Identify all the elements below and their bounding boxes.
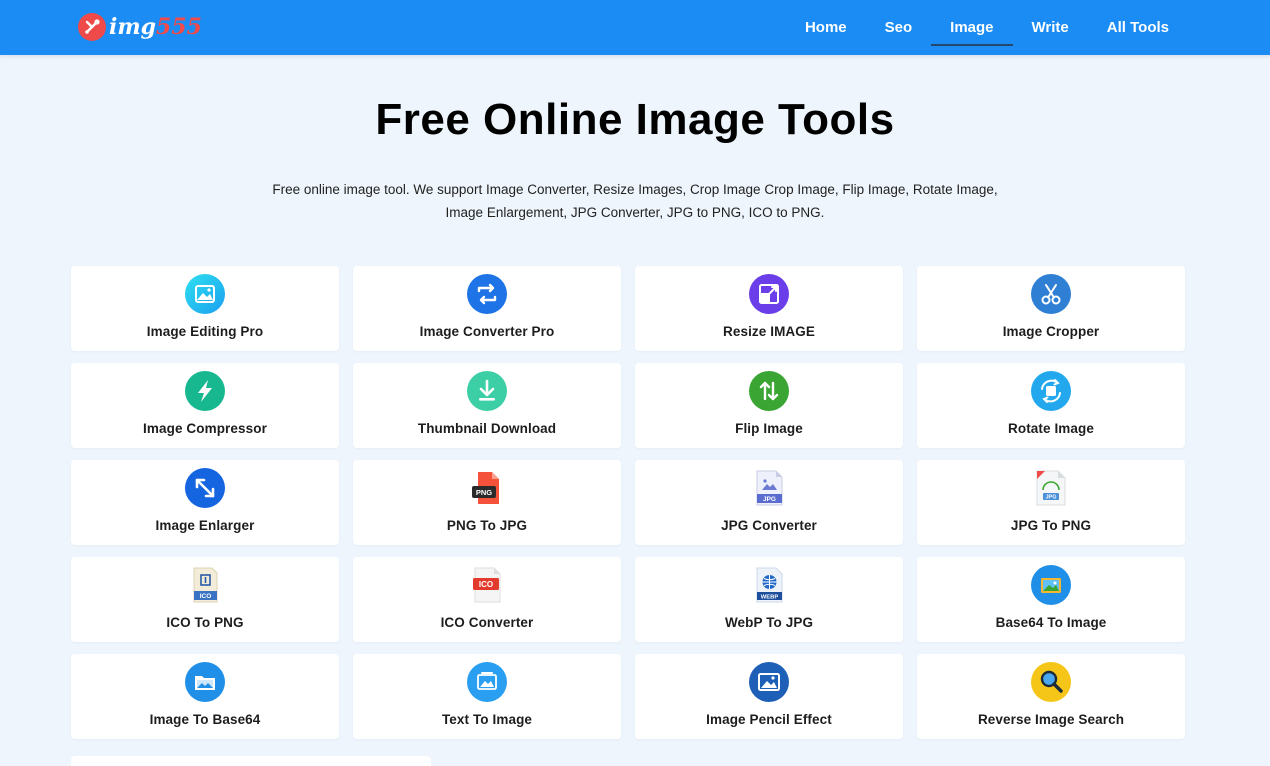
png-file-icon: PNG [467, 468, 507, 508]
lightning-icon [185, 371, 225, 411]
tool-label: Image Pencil Effect [706, 712, 832, 727]
tool-label: JPG To PNG [1010, 518, 1092, 533]
tool-label: Reverse Image Search [977, 712, 1125, 727]
site-logo[interactable]: img555 [78, 12, 202, 42]
tool-label: Image Compressor [143, 421, 267, 436]
tool-label: WebP To JPG [724, 615, 814, 630]
tool-label: JPG Converter [721, 518, 817, 533]
tool-card-ico-converter[interactable]: ICO ICO Converter [353, 557, 621, 642]
rotate-icon [1031, 371, 1071, 411]
flip-arrows-icon [749, 371, 789, 411]
main-nav: Home Seo Image Write All Tools [786, 0, 1188, 55]
tool-card-reverse-image-search[interactable]: Reverse Image Search [917, 654, 1185, 739]
nav-seo[interactable]: Seo [866, 0, 932, 55]
wrench-screwdriver-icon [78, 13, 106, 41]
tool-card-webp-to-jpg[interactable]: WEBP WebP To JPG [635, 557, 903, 642]
tool-card-png-to-jpg[interactable]: PNG PNG To JPG [353, 460, 621, 545]
badge-text: ICO [479, 580, 493, 589]
tool-label: Thumbnail Download [417, 421, 557, 436]
tool-card-image-editing-pro[interactable]: Image Editing Pro [71, 266, 339, 351]
tool-card-text-to-image[interactable]: Text To Image [353, 654, 621, 739]
logo-text-img: img [109, 14, 157, 40]
tool-label: Image Cropper [1002, 324, 1100, 339]
tool-card-base64-to-image[interactable]: Base64 To Image [917, 557, 1185, 642]
top-navigation-bar: img555 Home Seo Image Write All Tools [0, 0, 1270, 55]
tools-grid: Image Editing Pro Image Converter Pro Re… [71, 266, 1185, 739]
tool-card-image-to-base64[interactable]: Image To Base64 [71, 654, 339, 739]
badge-text: JPG [1045, 495, 1056, 501]
description-line-2: Image Enlargement, JPG Converter, JPG to… [445, 205, 825, 220]
badge-text: ICO [200, 593, 212, 600]
tool-card-image-compressor[interactable]: Image Compressor [71, 363, 339, 448]
ico-converter-file-icon: ICO [467, 565, 507, 605]
tool-label: Image Converter Pro [419, 324, 555, 339]
nav-all-tools[interactable]: All Tools [1088, 0, 1188, 55]
tool-card-partial[interactable] [71, 756, 431, 766]
tool-card-rotate-image[interactable]: Rotate Image [917, 363, 1185, 448]
download-icon [467, 371, 507, 411]
tool-label: ICO Converter [440, 615, 534, 630]
logo-text-555: 555 [156, 14, 202, 40]
tool-label: Rotate Image [1008, 421, 1094, 436]
convert-arrows-icon [467, 274, 507, 314]
jpg-png-file-icon: JPG [1031, 468, 1071, 508]
ico-file-icon: ICO [185, 565, 225, 605]
tool-label: ICO To PNG [166, 615, 244, 630]
webp-file-icon: WEBP [749, 565, 789, 605]
jpg-file-icon: JPG [749, 468, 789, 508]
tool-card-thumbnail-download[interactable]: Thumbnail Download [353, 363, 621, 448]
tool-card-image-enlarger[interactable]: Image Enlarger [71, 460, 339, 545]
nav-write[interactable]: Write [1013, 0, 1088, 55]
tool-label: PNG To JPG [446, 518, 528, 533]
tool-label: Image Editing Pro [146, 324, 264, 339]
tool-card-ico-to-png[interactable]: ICO ICO To PNG [71, 557, 339, 642]
badge-text: WEBP [761, 594, 779, 600]
enlarge-arrow-icon [185, 468, 225, 508]
image-edit-icon [185, 274, 225, 314]
tool-card-image-converter-pro[interactable]: Image Converter Pro [353, 266, 621, 351]
nav-home[interactable]: Home [786, 0, 866, 55]
folder-image-icon [185, 662, 225, 702]
tool-label: Image Enlarger [155, 518, 255, 533]
tool-card-image-pencil-effect[interactable]: Image Pencil Effect [635, 654, 903, 739]
tool-label: Resize IMAGE [723, 324, 815, 339]
resize-icon [749, 274, 789, 314]
pencil-image-icon [749, 662, 789, 702]
tool-card-flip-image[interactable]: Flip Image [635, 363, 903, 448]
badge-text: PNG [476, 488, 492, 497]
tool-label: Image To Base64 [149, 712, 261, 727]
scissors-icon [1031, 274, 1071, 314]
tool-card-jpg-converter[interactable]: JPG JPG Converter [635, 460, 903, 545]
page-title: Free Online Image Tools [375, 95, 895, 144]
logo-wordmark: img555 [109, 14, 202, 40]
text-image-icon [467, 662, 507, 702]
tool-label: Flip Image [735, 421, 803, 436]
tool-card-image-cropper[interactable]: Image Cropper [917, 266, 1185, 351]
description-line-1: Free online image tool. We support Image… [272, 182, 998, 197]
base64-image-icon [1031, 565, 1071, 605]
page-description: Free online image tool. We support Image… [185, 178, 1085, 224]
magnifier-icon [1031, 662, 1071, 702]
tool-card-jpg-to-png[interactable]: JPG JPG To PNG [917, 460, 1185, 545]
tool-card-resize-image[interactable]: Resize IMAGE [635, 266, 903, 351]
tool-label: Base64 To Image [995, 615, 1107, 630]
badge-text: JPG [763, 496, 776, 503]
nav-image[interactable]: Image [931, 0, 1013, 55]
tool-label: Text To Image [441, 712, 533, 727]
